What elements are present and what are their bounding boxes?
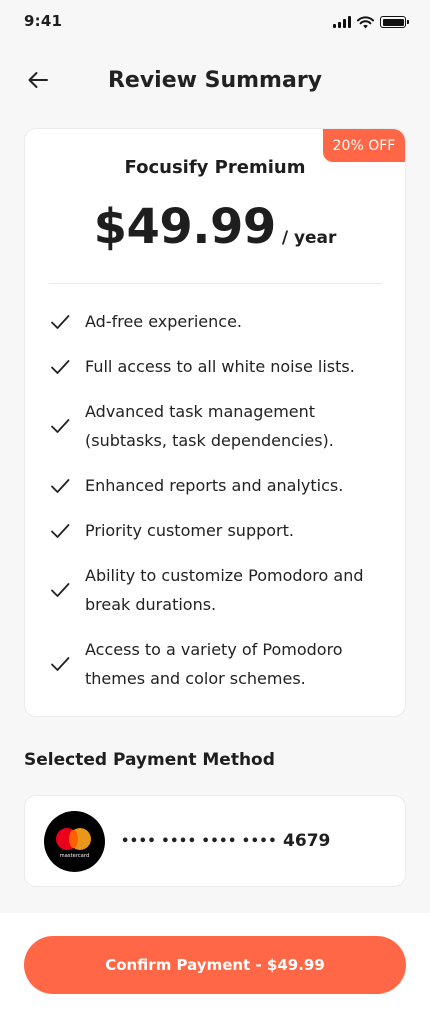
- status-time: 9:41: [24, 12, 63, 30]
- check-icon: [51, 314, 70, 329]
- check-icon: [51, 359, 70, 374]
- card-mask: •••• •••• •••• ••••: [121, 833, 278, 849]
- footer: Confirm Payment - $49.99: [0, 913, 430, 1030]
- price-amount: $49.99: [93, 199, 277, 255]
- feature-item: Full access to all white noise lists.: [49, 352, 389, 381]
- feature-text: Enhanced reports and analytics.: [85, 476, 344, 495]
- feature-item: Ad-free experience.: [49, 307, 389, 336]
- card-number: •••• •••• •••• •••• 4679: [121, 831, 330, 851]
- feature-text: Access to a variety of Pomodoro themes a…: [85, 640, 343, 688]
- payment-method-card[interactable]: mastercard •••• •••• •••• •••• 4679: [24, 795, 406, 887]
- page-title: Review Summary: [107, 67, 323, 93]
- battery-icon: [380, 16, 409, 28]
- status-bar: 9:41: [0, 0, 430, 44]
- feature-item: Priority customer support.: [49, 516, 389, 545]
- cellular-signal-icon: [333, 16, 351, 28]
- plan-card: 20% OFF Focusify Premium $49.99 / year A…: [24, 128, 406, 717]
- check-icon: [51, 523, 70, 538]
- feature-list: Ad-free experience. Full access to all w…: [49, 307, 389, 709]
- feature-text: Priority customer support.: [85, 521, 294, 540]
- feature-text: Ad-free experience.: [85, 312, 242, 331]
- check-icon: [51, 419, 70, 433]
- feature-text: Full access to all white noise lists.: [85, 357, 355, 376]
- feature-item: Enhanced reports and analytics.: [49, 471, 389, 500]
- back-button[interactable]: [22, 64, 54, 96]
- price-period: / year: [281, 228, 337, 248]
- feature-item: Access to a variety of Pomodoro themes a…: [49, 635, 389, 693]
- feature-item: Ability to customize Pomodoro and break …: [49, 561, 389, 619]
- wifi-icon: [357, 15, 374, 28]
- status-icons: [333, 15, 409, 29]
- plan-name: Focusify Premium: [124, 157, 306, 178]
- card-brand: mastercard: [59, 852, 90, 859]
- feature-item: Advanced task management (subtasks, task…: [49, 397, 389, 455]
- check-icon: [51, 657, 70, 671]
- confirm-payment-button[interactable]: Confirm Payment - $49.99: [24, 936, 406, 994]
- check-icon: [51, 478, 70, 493]
- price-row: $49.99 / year: [25, 199, 405, 255]
- arrow-left-icon: [28, 72, 48, 88]
- header: Review Summary: [0, 56, 430, 104]
- feature-text: Advanced task management (subtasks, task…: [85, 402, 334, 450]
- card-last4: 4679: [283, 831, 331, 851]
- mastercard-logo-icon: mastercard: [44, 810, 105, 872]
- divider: [49, 283, 382, 284]
- payment-section-label: Selected Payment Method: [24, 750, 275, 770]
- check-icon: [51, 583, 70, 597]
- feature-text: Ability to customize Pomodoro and break …: [85, 566, 364, 614]
